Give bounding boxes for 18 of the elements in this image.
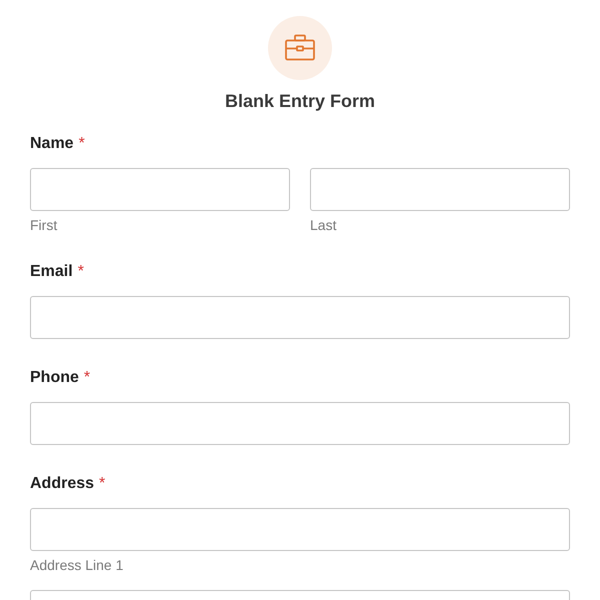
field-sublabel: First (30, 217, 58, 233)
field-label: Email (30, 262, 73, 282)
required-asterisk: * (78, 134, 85, 154)
required-asterisk: * (78, 262, 84, 282)
form-title: Blank Entry Form (224, 90, 376, 112)
briefcase-icon (284, 34, 316, 62)
text-field[interactable] (30, 296, 570, 339)
field-label: Name (30, 134, 74, 154)
field-label: Phone (30, 368, 79, 388)
required-asterisk: * (84, 368, 90, 388)
text-field[interactable] (30, 508, 570, 551)
text-field[interactable] (310, 168, 570, 211)
field-sublabel: Address Line 1 (30, 557, 124, 573)
required-asterisk: * (99, 474, 106, 494)
field-label: Address (30, 474, 94, 494)
field-sublabel: Last (310, 217, 338, 233)
text-field[interactable] (30, 402, 570, 445)
text-field[interactable] (30, 168, 290, 211)
